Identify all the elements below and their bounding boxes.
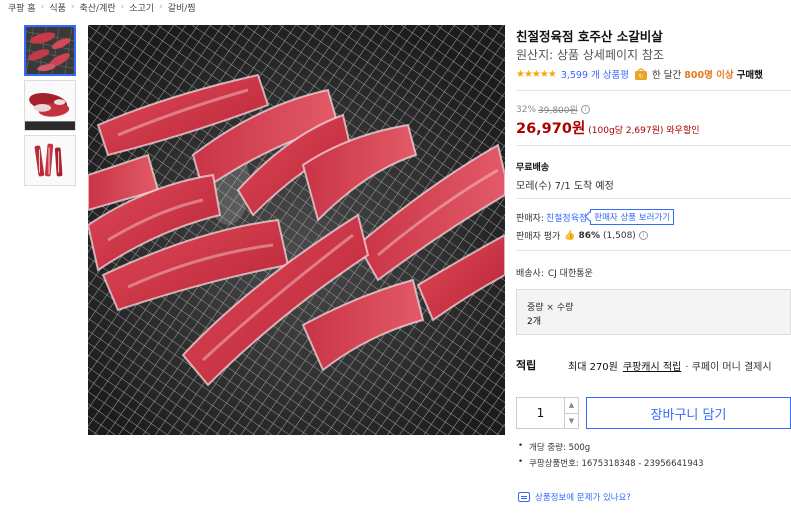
- breadcrumb-beef[interactable]: 소고기: [129, 1, 154, 14]
- quantity-buttons: ▲ ▼: [564, 398, 578, 428]
- breadcrumb-ribs[interactable]: 갈비/찜: [168, 1, 196, 14]
- report-issue-link[interactable]: 상품정보에 문제가 있나요?: [518, 491, 631, 503]
- cash-reward-row: 적립 최대 270원 쿠팡캐시 적립 · 쿠페이 머니 결제시: [516, 357, 772, 373]
- option-label: 중량 × 수량: [527, 303, 574, 313]
- report-issue-text: 상품정보에 문제가 있나요?: [535, 493, 631, 503]
- chevron-right-icon: ›: [40, 2, 45, 12]
- cash-label: 적립: [516, 359, 537, 372]
- sale-price: 26,970원: [516, 121, 586, 137]
- arrival-date: 모레(수) 7/1 도착 예정: [516, 181, 614, 192]
- chevron-down-icon[interactable]: ▼: [565, 414, 578, 429]
- svg-text:↻: ↻: [639, 73, 644, 80]
- free-shipping-label: 무료배송: [516, 163, 550, 173]
- thumbnail-list: [24, 25, 76, 190]
- option-selector[interactable]: 중량 × 수량 2개: [516, 289, 791, 335]
- delivery-company: CJ 대한통운: [547, 269, 593, 279]
- coupang-cash-link[interactable]: 쿠팡캐시 적립: [623, 358, 681, 373]
- breadcrumb: 쿠팡 홈 › 식품 › 축산/계란 › 소고기 › 갈비/찜: [8, 0, 196, 14]
- divider: [516, 198, 791, 199]
- info-icon[interactable]: i: [638, 231, 648, 240]
- repurchase-icon: ↻: [635, 67, 648, 80]
- discount-rate: 32%: [516, 104, 537, 115]
- repurchase-prefix: 한 달간: [652, 70, 682, 81]
- wow-discount-label: 와우할인: [666, 126, 700, 136]
- seller-name-link[interactable]: 친절정육점: [546, 211, 587, 224]
- review-count-link[interactable]: 3,599 개 상품평: [561, 67, 629, 81]
- chevron-right-icon: ›: [120, 2, 125, 12]
- product-title: 친절정육점 호주산 소갈비살: [516, 29, 663, 44]
- chevron-right-icon: ›: [159, 2, 163, 12]
- option-value: 2개: [527, 317, 542, 327]
- star-rating-icon: ★★★★★: [516, 68, 557, 80]
- cash-note: · 쿠페이 머니 결제시: [685, 361, 772, 373]
- divider: [516, 90, 791, 91]
- rating-row: ★★★★★ 3,599 개 상품평 ↻ 한 달간 800명 이상 구매했: [516, 67, 763, 81]
- quantity-input[interactable]: [517, 398, 564, 428]
- seller-label: 판매자:: [516, 213, 544, 224]
- fact-weight: 개당 중량: 500g: [516, 441, 704, 453]
- info-icon[interactable]: i: [580, 105, 590, 114]
- delivery-company-row: 배송사: CJ 대한통운: [516, 266, 593, 279]
- breadcrumb-home[interactable]: 쿠팡 홈: [8, 1, 36, 14]
- add-to-cart-button[interactable]: 장바구니 담기: [586, 397, 791, 429]
- divider: [516, 145, 791, 146]
- divider: [516, 250, 791, 251]
- chevron-right-icon: ›: [70, 2, 75, 12]
- breadcrumb-livestock[interactable]: 축산/계란: [79, 1, 115, 14]
- delivery-label: 배송사:: [516, 269, 544, 279]
- fact-product-number: 쿠팡상품번호: 1675318348 - 23956641943: [516, 457, 704, 469]
- report-icon: [518, 492, 530, 502]
- price-row: 26,970원 (100g당 2,697원) 와우할인: [516, 117, 700, 138]
- thumbnail-1[interactable]: [24, 25, 76, 76]
- chevron-up-icon[interactable]: ▲: [565, 398, 578, 414]
- discount-row: 32% 39,800원 i: [516, 103, 590, 116]
- breadcrumb-food[interactable]: 식품: [49, 1, 66, 14]
- thumbs-up-icon: 👍: [564, 230, 576, 241]
- cash-max: 최대 270원: [568, 361, 618, 373]
- thumbnail-3[interactable]: [24, 135, 76, 186]
- product-main-image[interactable]: [88, 25, 505, 435]
- repurchase-suffix: 구매했: [736, 70, 763, 81]
- product-facts: 개당 중량: 500g 쿠팡상품번호: 1675318348 - 2395664…: [516, 441, 704, 473]
- seller-rating-percent: 86%: [578, 230, 601, 241]
- seller-products-button[interactable]: 판매자 상품 보러가기: [590, 209, 675, 225]
- seller-rating-row: 판매자 평가 👍 86% (1,508) i: [516, 229, 648, 242]
- product-origin: 원산지: 상품 상세페이지 참조: [516, 48, 664, 62]
- original-price: 39,800원: [538, 106, 578, 116]
- seller-row: 판매자: 친절정육점 판매자 상품 보러가기: [516, 209, 675, 225]
- thumbnail-2[interactable]: [24, 80, 76, 131]
- repurchase-count: 800명 이상: [684, 70, 734, 81]
- unit-price: (100g당 2,697원): [588, 126, 664, 136]
- seller-rating-count: (1,508): [603, 230, 636, 241]
- seller-rating-label: 판매자 평가: [516, 232, 561, 242]
- quantity-stepper: ▲ ▼: [516, 397, 579, 429]
